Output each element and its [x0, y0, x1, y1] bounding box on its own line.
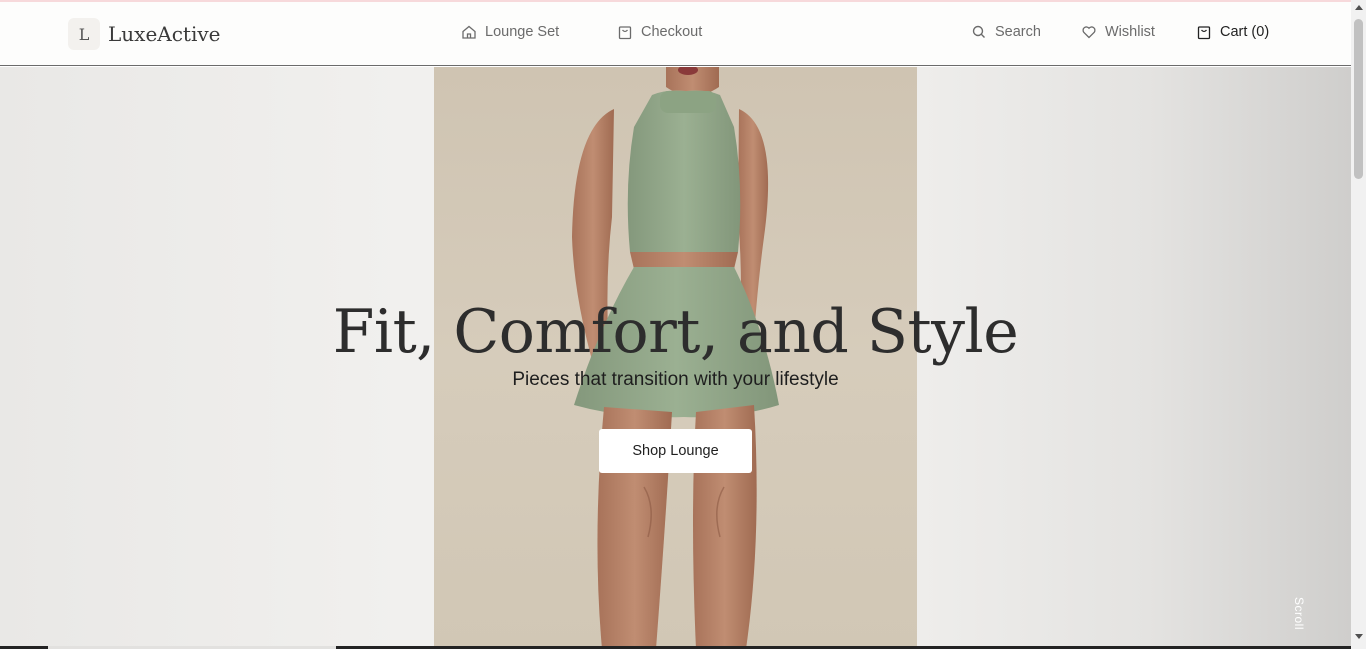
nav-wishlist-label: Wishlist [1105, 24, 1155, 40]
site-header: L LuxeActive Lounge Set Checkout Search … [0, 2, 1351, 66]
hero-subline: Pieces that transition with your lifesty… [512, 369, 839, 390]
nav-checkout[interactable]: Checkout [617, 24, 702, 40]
nav-checkout-label: Checkout [641, 24, 703, 40]
home-icon [462, 25, 476, 39]
scrollbar-thumb[interactable] [1354, 19, 1363, 179]
nav-wishlist[interactable]: Wishlist [1081, 24, 1155, 40]
scroll-down-arrow-icon[interactable] [1355, 634, 1363, 639]
page-scrollbar[interactable] [1351, 0, 1366, 649]
nav-cart-label: Cart (0) [1220, 24, 1270, 40]
logo-badge: L [68, 18, 100, 50]
scroll-up-arrow-icon[interactable] [1355, 5, 1363, 10]
scroll-indicator[interactable]: Scroll [1292, 597, 1306, 630]
bag-icon [618, 26, 632, 40]
shop-lounge-button[interactable]: Shop Lounge [599, 429, 752, 473]
hero-section: Fit, Comfort, and Style Pieces that tran… [0, 67, 1351, 649]
nav-lounge-set[interactable]: Lounge Set [461, 24, 559, 40]
cart-icon [1197, 26, 1211, 40]
search-icon [972, 25, 985, 38]
nav-cart[interactable]: Cart (0) [1196, 24, 1269, 40]
heart-icon [1082, 26, 1096, 39]
hero-headline: Fit, Comfort, and Style [332, 297, 1019, 367]
nav-search-label: Search [995, 24, 1041, 40]
nav-lounge-set-label: Lounge Set [485, 24, 560, 40]
nav-search[interactable]: Search [971, 24, 1041, 40]
brand-logo[interactable]: L LuxeActive [68, 18, 221, 50]
brand-name: LuxeActive [108, 22, 221, 46]
